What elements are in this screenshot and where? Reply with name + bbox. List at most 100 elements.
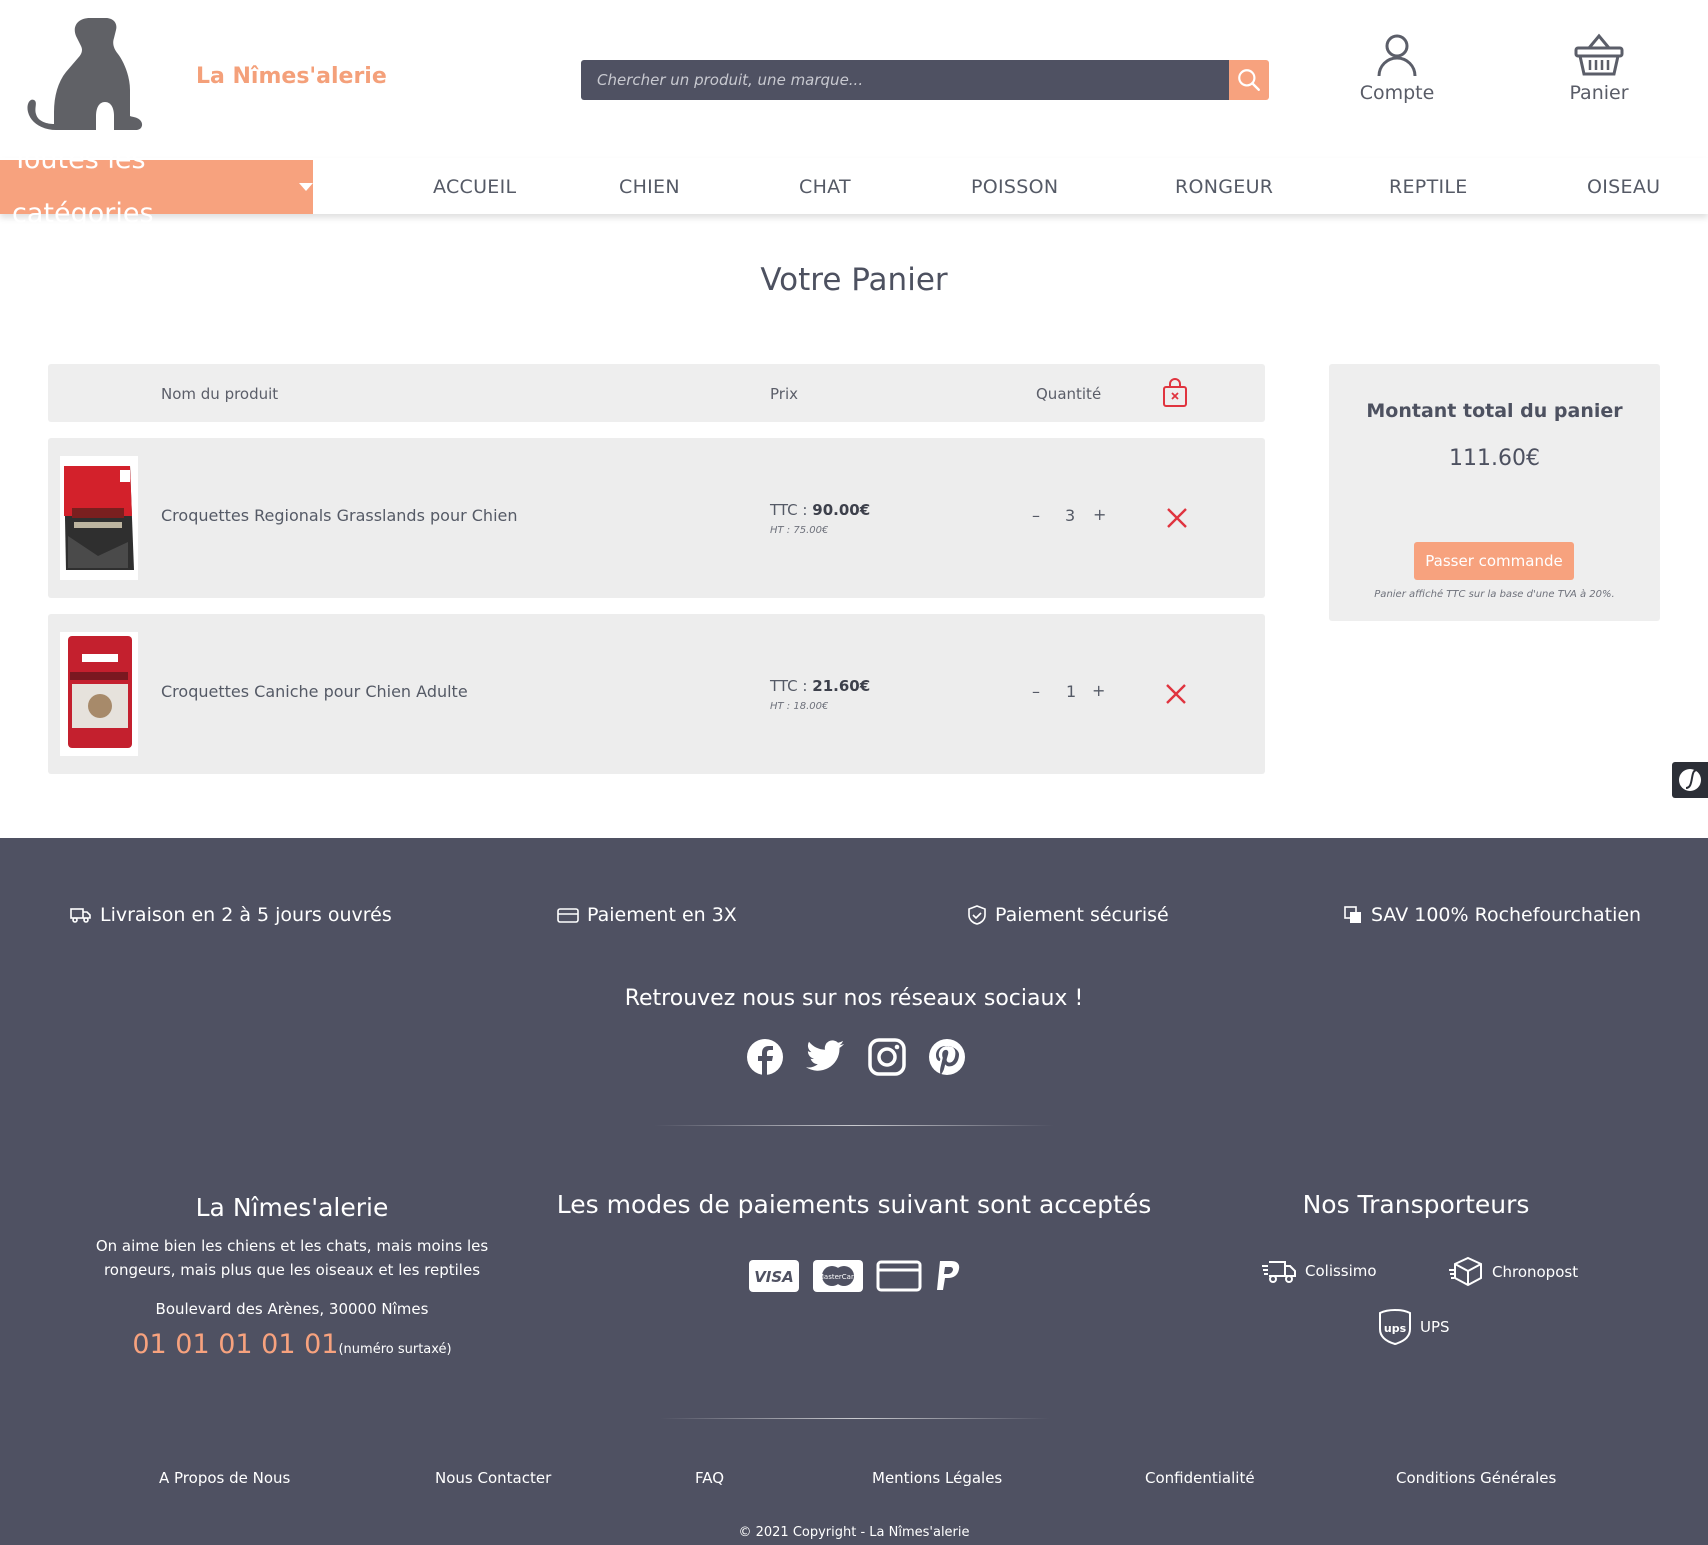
about-title: La Nîmes'alerie [195,1193,389,1222]
cart-table-header: Nom du produit Prix Quantité [48,364,1265,422]
nav-item-reptile[interactable]: REPTILE [1389,176,1468,198]
decrease-quantity-button[interactable]: – [1032,682,1040,701]
credit-card-icon [557,908,579,923]
brand-name[interactable]: La Nîmes'alerie [196,64,387,89]
mastercard-label: MasterCard [818,1273,858,1281]
quantity-value: 3 [1065,506,1076,525]
categories-label: Toutes les catégories [12,144,154,229]
pinterest-icon[interactable] [928,1038,966,1076]
paypal-icon [937,1261,960,1290]
price-ht: HT : 75.00€ [770,525,829,536]
search-bar [581,60,1269,100]
empty-cart-icon[interactable] [1162,378,1188,408]
link-privacy[interactable]: Confidentialité [1145,1469,1255,1487]
page: La Nîmes'alerie Compte Panier Toutes les… [0,0,1708,1545]
categories-dropdown[interactable]: Toutes les catégories [0,144,313,229]
product-name[interactable]: Croquettes Regionals Grasslands pour Chi… [161,506,518,525]
price-ttc-label: TTC : [770,677,808,695]
col-product: Nom du produit [161,385,279,403]
card-icon [876,1260,922,1292]
carrier-ups: ups UPS [1378,1308,1450,1346]
ups-logo-label: ups [1384,1322,1407,1335]
mastercard-icon: MasterCard [813,1260,863,1292]
price-ht: HT : 18.00€ [770,701,829,712]
visa-icon: VISA [749,1260,799,1292]
royal-canin-bag-image [60,632,138,756]
about-text-line-1: On aime bien les chiens et les chats, ma… [95,1237,489,1255]
nav-item-accueil[interactable]: ACCUEIL [433,176,516,198]
nav-item-chat[interactable]: CHAT [799,176,851,198]
increase-quantity-button[interactable]: + [1093,505,1106,524]
cart-row: Croquettes Regionals Grasslands pour Chi… [48,438,1265,598]
product-image[interactable] [60,456,138,580]
carrier-label: UPS [1420,1318,1450,1336]
price-ttc-label: TTC : [770,501,808,519]
product-name[interactable]: Croquettes Caniche pour Chien Adulte [161,682,468,701]
summary-total: 111.60€ [1449,446,1540,471]
link-contact[interactable]: Nous Contacter [435,1469,551,1487]
symfony-toolbar-icon[interactable] [1672,762,1708,798]
feature-secure: Paiement sécurisé [967,904,1169,926]
page-title: Votre Panier [760,262,948,298]
summary-title: Montant total du panier [1366,400,1623,422]
col-price: Prix [770,385,798,403]
remove-item-icon[interactable] [1164,682,1188,706]
carrier-chronopost: Chronopost [1448,1256,1578,1288]
link-faq[interactable]: FAQ [695,1469,724,1487]
link-terms[interactable]: Conditions Générales [1396,1469,1556,1487]
feature-label: Paiement en 3X [587,904,737,926]
carrier-colissimo: Colissimo [1261,1256,1377,1286]
nav-item-poisson[interactable]: POISSON [971,176,1058,198]
checkout-button[interactable]: Passer commande [1414,542,1574,580]
increase-quantity-button[interactable]: + [1092,681,1105,700]
account-link[interactable]: Compte [1342,32,1452,104]
user-icon [1377,34,1417,77]
nav-item-chien[interactable]: CHIEN [619,176,680,198]
feature-label: Livraison en 2 à 5 jours ouvrés [100,904,392,926]
basket-icon [1574,33,1624,76]
feature-label: SAV 100% Rochefourchatien [1371,904,1642,926]
quantity-value: 1 [1066,682,1077,701]
twitter-icon[interactable] [806,1038,846,1076]
product-image[interactable] [60,632,138,756]
phone-note: (numéro surtaxé) [338,1342,452,1357]
decrease-quantity-button[interactable]: – [1032,506,1040,525]
price-ttc: TTC : 90.00€ [770,501,870,519]
link-about[interactable]: A Propos de Nous [159,1469,290,1487]
ups-icon: ups [1379,1308,1411,1346]
price-ttc-value: 90.00€ [812,501,871,519]
payments-title: Les modes de paiements suivant sont acce… [556,1190,1152,1219]
address: Boulevard des Arènes, 30000 Nîmes [155,1300,429,1318]
feature-installments: Paiement en 3X [557,904,737,926]
search-input[interactable] [581,60,1229,100]
feature-support: SAV 100% Rochefourchatien [1343,904,1641,926]
cart-row: Croquettes Caniche pour Chien Adulte TTC… [48,614,1265,774]
cart-link[interactable]: Panier [1544,32,1654,104]
package-icon [1449,1256,1482,1287]
remove-item-icon[interactable] [1165,506,1189,530]
caret-down-icon [299,183,313,191]
col-quantity: Quantité [1036,385,1102,403]
phone-number: 01 01 01 01 01 [132,1329,339,1360]
search-icon [1238,69,1260,91]
copyright: © 2021 Copyright - La Nîmes'alerie [738,1525,970,1540]
dog-logo-icon[interactable] [26,14,151,144]
phone[interactable]: 01 01 01 01 01(numéro surtaxé) [92,1329,492,1360]
about-text-line-2: rongeurs, mais plus que les oiseaux et l… [103,1261,481,1279]
facebook-icon[interactable] [746,1038,784,1076]
footer-divider [660,1418,1050,1419]
carrier-label: Colissimo [1305,1262,1377,1280]
truck-icon [70,908,91,923]
instagram-icon[interactable] [868,1038,906,1076]
cart-summary: Montant total du panier 111.60€ Passer c… [1329,364,1660,621]
nav-item-rongeur[interactable]: RONGEUR [1175,176,1273,198]
footer: Livraison en 2 à 5 jours ouvrés Paiement… [0,838,1708,1545]
feature-delivery: Livraison en 2 à 5 jours ouvrés [70,904,392,926]
link-legal[interactable]: Mentions Légales [872,1469,1002,1487]
cart-label: Panier [1569,82,1629,104]
nav-item-oiseau[interactable]: OISEAU [1587,176,1660,198]
symfony-logo-icon [1679,769,1701,791]
search-button[interactable] [1229,60,1269,100]
price-ttc: TTC : 21.60€ [770,677,870,695]
shield-check-icon [968,905,986,925]
